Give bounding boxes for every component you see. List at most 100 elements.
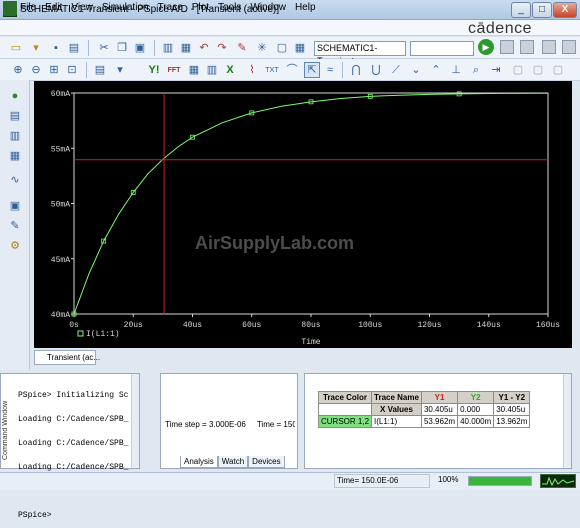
copy2-icon[interactable]: ▥ — [160, 40, 176, 56]
table-icon[interactable]: ▥ — [204, 62, 220, 78]
menu-window[interactable]: Window — [250, 2, 286, 13]
waveform-icon[interactable]: ∿ — [7, 172, 23, 188]
cut-icon[interactable]: ✂ — [96, 40, 112, 56]
trace-color-cell[interactable]: CURSOR 1,2 — [317, 415, 373, 428]
y2-value-cell: 40.000m — [457, 415, 495, 428]
menu-items: File Edit View Simulation Trace Plot Too… — [20, 2, 325, 13]
pause-icon[interactable] — [500, 40, 514, 54]
mark-data-icon[interactable]: ▢ — [530, 62, 546, 78]
document-icon[interactable] — [3, 1, 17, 15]
tab-watch[interactable]: Watch — [217, 456, 249, 468]
view-netlist-icon[interactable]: ▦ — [7, 148, 23, 164]
command-scrollbar[interactable] — [131, 374, 139, 468]
table-row[interactable]: CURSOR 1,2 I(L1:1) 53.962m 40.000m 13.96… — [317, 415, 531, 428]
time-step-readout: Time step = 3.000E-06 — [165, 420, 246, 429]
profile-select[interactable]: SCHEMATIC1-Transient — [314, 41, 406, 66]
y1-value-cell: 53.962m — [420, 415, 459, 428]
view-output-icon[interactable]: ▥ — [7, 128, 23, 144]
tab-devices[interactable]: Devices — [248, 456, 285, 468]
cursor-peak-icon[interactable]: ⋂ — [348, 62, 364, 78]
play-icon[interactable]: ▶ — [478, 39, 494, 55]
toolbar-probe: ⊕ ⊖ ⊞ ⊡ ▤ ▾ Y! FFT ▦ ▥ X ⌇ TXT ⌒ ⇱ ≈ ⋂ ⋃… — [0, 59, 580, 81]
close-button[interactable]: X — [553, 2, 577, 18]
copy-icon[interactable]: ❐ — [114, 40, 130, 56]
simulation-status-text: Time step = 3.000E-06 Time = 150.0 — [165, 420, 295, 429]
cursor-trace-icon[interactable]: ⌒ — [284, 62, 300, 78]
header-y1-y2: Y1 - Y2 — [493, 391, 531, 404]
options-icon[interactable] — [542, 40, 556, 54]
tab-analysis[interactable]: Analysis — [180, 456, 218, 468]
x-tick-label: 80us — [301, 321, 320, 330]
x-value-y2: 0.000 — [457, 403, 495, 416]
output-icon[interactable] — [562, 40, 576, 54]
print-icon[interactable]: ▤ — [66, 40, 82, 56]
x-tick-label: 60us — [242, 321, 261, 330]
cursor-trough-icon[interactable]: ⋃ — [368, 62, 384, 78]
log-icon[interactable]: ▾ — [112, 62, 128, 78]
zoom-fit-icon[interactable]: ⊡ — [64, 62, 80, 78]
redo-icon[interactable]: ↷ — [214, 40, 230, 56]
plot-frame — [73, 92, 549, 315]
cursor-next-icon[interactable]: ⇥ — [488, 62, 504, 78]
window-icon[interactable]: ▢ — [274, 40, 290, 56]
command-prompt[interactable]: PSpice> — [18, 512, 138, 520]
mark-all-icon[interactable]: ▢ — [550, 62, 566, 78]
edit-plot-icon[interactable]: ✎ — [7, 218, 23, 234]
paste2-icon[interactable]: ▦ — [178, 40, 194, 56]
probe-scrollbar[interactable] — [563, 374, 571, 468]
undo-icon[interactable]: ↶ — [196, 40, 212, 56]
stop-icon[interactable] — [520, 40, 534, 54]
menu-trace[interactable]: Trace — [158, 2, 183, 13]
x-axis-label: Time — [301, 338, 320, 347]
simulate-icon[interactable]: ● — [7, 88, 23, 104]
excel-icon[interactable]: X — [222, 62, 238, 78]
open-icon[interactable]: ▾ — [28, 40, 44, 56]
menu-tools[interactable]: Tools — [218, 2, 241, 13]
text-label-icon[interactable]: TXT — [264, 62, 280, 78]
settings-icon[interactable]: ✳ — [254, 40, 270, 56]
x-tick-label: 140us — [477, 321, 501, 330]
new-icon[interactable]: ▭ — [8, 40, 24, 56]
waveform-plot[interactable]: 0s 20us 40us 60us 80us 100us 120us 140us 160us 40… — [34, 81, 572, 348]
command-line: Loading C:/Cadence/SPB_ — [18, 463, 129, 472]
mark-label-icon[interactable]: ▢ — [510, 62, 526, 78]
performance-icon[interactable]: ▦ — [186, 62, 202, 78]
trace-name-cell[interactable]: I(L1:1) — [371, 415, 422, 428]
add-y-axis-icon[interactable]: Y! — [146, 62, 162, 78]
save-icon[interactable]: ▪ — [48, 40, 64, 56]
cursor-min-icon[interactable]: ⌄ — [408, 62, 424, 78]
menu-view[interactable]: View — [71, 2, 93, 13]
menu-simulation[interactable]: Simulation — [102, 2, 149, 13]
settings-icon[interactable]: ⚙ — [7, 238, 23, 254]
axis-settings-icon[interactable]: ▤ — [92, 62, 108, 78]
zoom-in-icon[interactable]: ⊕ — [10, 62, 26, 78]
profile-icon[interactable]: ▤ — [7, 108, 23, 124]
paste-icon[interactable]: ▣ — [132, 40, 148, 56]
command-line: PSpice> Initializing Sc — [18, 391, 129, 400]
x-value-diff: 30.405u — [493, 403, 531, 416]
add-plot-icon[interactable]: ▣ — [7, 198, 23, 214]
menu-file[interactable]: File — [20, 2, 36, 13]
fft-icon[interactable]: FFT — [166, 62, 182, 78]
menu-edit[interactable]: Edit — [45, 2, 62, 13]
minimize-button[interactable]: _ — [511, 2, 531, 18]
profile-select-empty[interactable] — [410, 41, 474, 56]
cadence-logo: cādence — [468, 20, 532, 37]
cursor-link-icon[interactable]: ≈ — [322, 62, 338, 78]
zoom-area-icon[interactable]: ⊞ — [46, 62, 62, 78]
x-values-label: X Values — [371, 403, 422, 416]
cascade-icon[interactable]: ▦ — [292, 40, 308, 56]
menu-help[interactable]: Help — [295, 2, 316, 13]
maximize-button[interactable]: □ — [532, 2, 552, 18]
zoom-out-icon[interactable]: ⊖ — [28, 62, 44, 78]
add-trace-icon[interactable]: ⌇ — [244, 62, 260, 78]
cursor-max-icon[interactable]: ⌃ — [428, 62, 444, 78]
cursor-slope-icon[interactable]: ⟋ — [388, 62, 404, 78]
menu-plot[interactable]: Plot — [192, 2, 209, 13]
cursor-point-icon[interactable]: ⊥ — [448, 62, 464, 78]
plot-tab[interactable]: Transient (ac... — [34, 350, 100, 365]
x-tick-label: 0s — [69, 321, 79, 330]
toggle-cursor-icon[interactable]: ⇱ — [304, 62, 320, 78]
mark-icon[interactable]: ✎ — [234, 40, 250, 56]
cursor-search-icon[interactable]: ⌕ — [468, 62, 484, 78]
